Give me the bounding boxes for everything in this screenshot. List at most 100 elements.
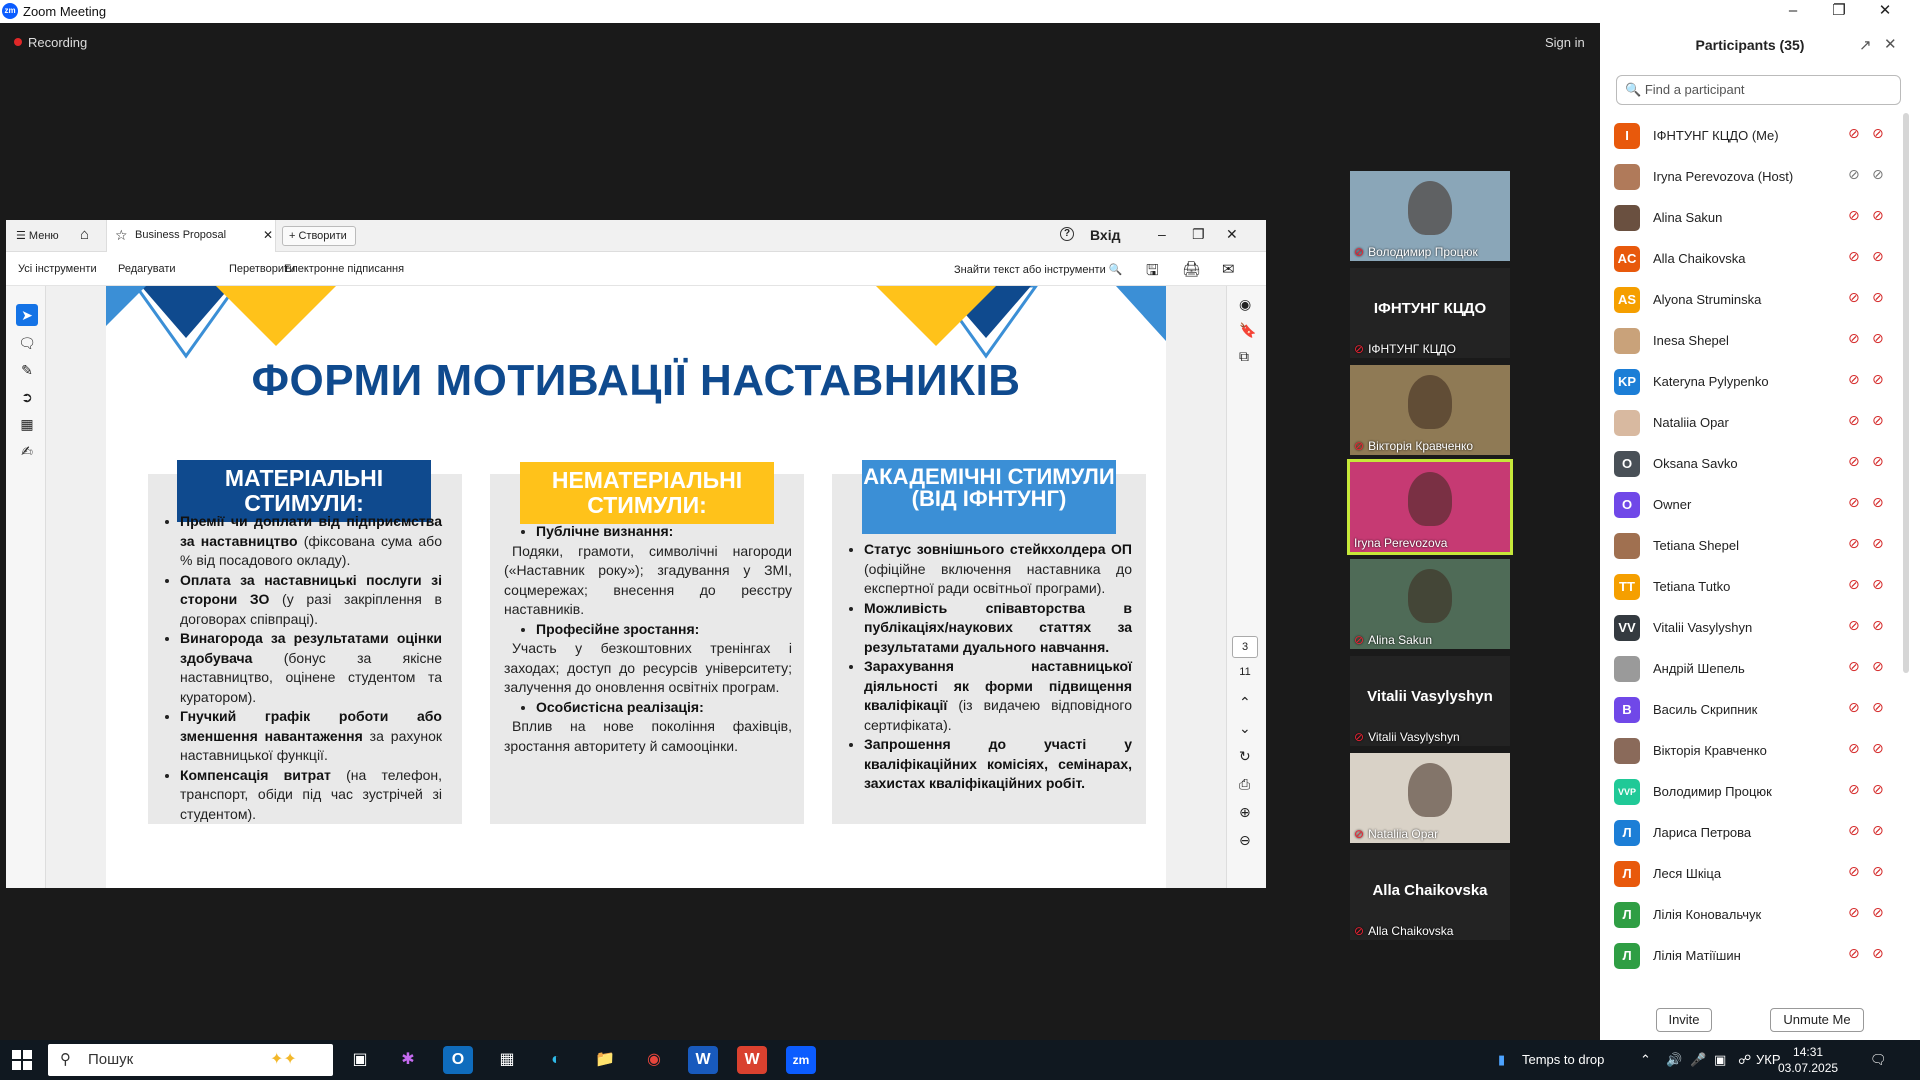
video-off-icon[interactable]: ⊘	[1872, 617, 1884, 634]
document-tab[interactable]: ☆ Business Proposal ✕	[106, 220, 276, 252]
sign-in-link[interactable]: Sign in	[1545, 35, 1585, 50]
video-tile[interactable]: ⊘ Nataliia Opar	[1350, 753, 1510, 843]
participant-row[interactable]: Л Лариса Петрова ⊘ ⊘	[1600, 812, 1900, 853]
video-off-icon[interactable]: ⊘	[1872, 412, 1884, 429]
participant-row[interactable]: O Owner ⊘ ⊘	[1600, 484, 1900, 525]
print-icon[interactable]: 🖨	[1182, 260, 1201, 278]
muted-mic-icon[interactable]: ⊘	[1848, 412, 1860, 429]
tab-close-icon[interactable]: ✕	[263, 228, 273, 242]
video-tile[interactable]: Iryna Perevozova	[1347, 459, 1513, 555]
help-icon[interactable]: ?	[1060, 227, 1074, 241]
taskbar-search[interactable]: ⚲ Пошук ✦✦	[48, 1044, 333, 1076]
video-off-icon[interactable]: ⊘	[1872, 822, 1884, 839]
muted-mic-icon[interactable]: ⊘	[1848, 904, 1860, 921]
page-number-input[interactable]: 3	[1232, 636, 1258, 658]
refresh-icon[interactable]: ↻	[1239, 748, 1251, 765]
participant-row[interactable]: Л Леся Шкіца ⊘ ⊘	[1600, 853, 1900, 894]
file-explorer-icon[interactable]: 📁	[590, 1046, 620, 1074]
highlight-tool-icon[interactable]: ✎	[16, 359, 38, 381]
muted-mic-icon[interactable]: ⊘	[1848, 453, 1860, 470]
tray-overflow-icon[interactable]: ⌃	[1640, 1052, 1651, 1068]
text-tool-icon[interactable]: ▦	[16, 413, 38, 435]
notifications-icon[interactable]: 🗨	[1870, 1052, 1887, 1068]
task-view-icon[interactable]: ▣	[345, 1046, 375, 1074]
video-off-icon[interactable]: ⊘	[1872, 781, 1884, 798]
video-tile[interactable]: Vitalii Vasylyshyn ⊘ Vitalii Vasylyshyn	[1350, 656, 1510, 746]
select-tool-icon[interactable]: ➤	[16, 304, 38, 326]
weather-text[interactable]: Temps to drop	[1522, 1052, 1604, 1067]
all-tools-menu[interactable]: Усі інструменти	[18, 263, 97, 275]
esign-menu[interactable]: Електронне підписання	[284, 263, 404, 275]
popout-icon[interactable]: ↗	[1859, 36, 1872, 54]
video-off-icon[interactable]: ⊘	[1872, 740, 1884, 757]
windows-start-icon[interactable]	[12, 1050, 32, 1070]
video-tile[interactable]: Alla Chaikovska ⊘ Alla Chaikovska	[1350, 850, 1510, 940]
video-off-icon[interactable]: ⊘	[1872, 248, 1884, 265]
zoom-out-icon[interactable]: ⊖	[1239, 832, 1251, 849]
video-off-icon[interactable]: ⊘	[1872, 863, 1884, 880]
unmute-me-button[interactable]: Unmute Me	[1770, 1008, 1864, 1032]
muted-mic-icon[interactable]: ⊘	[1848, 207, 1860, 224]
video-off-icon[interactable]: ⊘	[1872, 125, 1884, 142]
video-off-icon[interactable]: ⊘	[1872, 371, 1884, 388]
muted-mic-icon[interactable]: ⊘	[1848, 125, 1860, 142]
video-tile[interactable]: ⊘ Alina Sakun	[1350, 559, 1510, 649]
pages-icon[interactable]: ⧉	[1239, 348, 1249, 365]
muted-mic-icon[interactable]: ⊘	[1848, 699, 1860, 716]
muted-mic-icon[interactable]: ⊘	[1848, 289, 1860, 306]
login-button[interactable]: Вхід	[1090, 227, 1121, 243]
muted-mic-icon[interactable]: ⊘	[1848, 494, 1860, 511]
star-icon[interactable]: ☆	[115, 227, 128, 244]
home-icon[interactable]: ⌂	[80, 226, 89, 243]
video-off-icon[interactable]: ⊘	[1872, 699, 1884, 716]
muted-mic-icon[interactable]: ⊘	[1848, 863, 1860, 880]
participant-row[interactable]: AS Alyona Struminska ⊘ ⊘	[1600, 279, 1900, 320]
store-icon[interactable]: ▦	[492, 1046, 522, 1074]
export-icon[interactable]: ⎙	[1239, 776, 1250, 793]
minimize-icon[interactable]: –	[1770, 0, 1816, 23]
mic-icon[interactable]: ⊘	[1848, 166, 1860, 183]
panel-close-icon[interactable]: ✕	[1884, 35, 1897, 53]
participant-row[interactable]: Nataliia Opar ⊘ ⊘	[1600, 402, 1900, 443]
video-off-icon[interactable]: ⊘	[1872, 535, 1884, 552]
mail-icon[interactable]: ✉	[1222, 260, 1235, 278]
muted-mic-icon[interactable]: ⊘	[1848, 535, 1860, 552]
participant-row[interactable]: TT Tetiana Tutko ⊘ ⊘	[1600, 566, 1900, 607]
find-tools-search[interactable]: Знайти текст або інструменти 🔍	[954, 263, 1123, 276]
participant-row[interactable]: Iryna Perevozova (Host) ⊘ ⊘	[1600, 156, 1900, 197]
ai-assistant-icon[interactable]: ◉	[1239, 296, 1251, 313]
video-tile[interactable]: ⊘ Володимир Процюк	[1350, 171, 1510, 261]
participant-row[interactable]: O Oksana Savko ⊘ ⊘	[1600, 443, 1900, 484]
language-indicator[interactable]: УКР	[1756, 1052, 1781, 1067]
video-tile[interactable]: ⊘ Вікторія Кравченко	[1350, 365, 1510, 455]
speaker-icon[interactable]: 🔊	[1666, 1052, 1682, 1068]
edge-icon[interactable]: ◐	[541, 1046, 571, 1074]
wps-icon[interactable]: W	[737, 1046, 767, 1074]
edit-menu[interactable]: Редагувати	[118, 263, 176, 275]
muted-mic-icon[interactable]: ⊘	[1848, 371, 1860, 388]
muted-mic-icon[interactable]: ⊘	[1848, 617, 1860, 634]
participant-row[interactable]: VV Vitalii Vasylyshyn ⊘ ⊘	[1600, 607, 1900, 648]
participants-scrollbar[interactable]	[1903, 113, 1909, 673]
outlook-icon[interactable]: O	[443, 1046, 473, 1074]
viewer-restore-icon[interactable]: ❐	[1192, 226, 1205, 243]
comment-tool-icon[interactable]: 🗨	[16, 332, 38, 354]
video-off-icon[interactable]: ⊘	[1872, 945, 1884, 962]
word-icon[interactable]: W	[688, 1046, 718, 1074]
participant-row[interactable]: Л Лілія Коновальчук ⊘ ⊘	[1600, 894, 1900, 935]
recording-indicator[interactable]: Recording	[14, 35, 87, 50]
restore-icon[interactable]: ❐	[1816, 0, 1862, 23]
muted-mic-icon[interactable]: ⊘	[1848, 740, 1860, 757]
muted-mic-icon[interactable]: ⊘	[1848, 822, 1860, 839]
taskbar-clock[interactable]: 14:31 03.07.2025	[1778, 1044, 1838, 1076]
menu-button[interactable]: ☰ Меню	[16, 229, 59, 242]
camera-tray-icon[interactable]: ▣	[1714, 1052, 1726, 1068]
zoom-taskbar-icon[interactable]: zm	[786, 1046, 816, 1074]
chrome-icon[interactable]: ◉	[639, 1046, 669, 1074]
video-off-icon[interactable]: ⊘	[1872, 207, 1884, 224]
participant-row[interactable]: VVP Володимир Процюк ⊘ ⊘	[1600, 771, 1900, 812]
sign-tool-icon[interactable]: ✍	[16, 440, 38, 462]
muted-mic-icon[interactable]: ⊘	[1848, 781, 1860, 798]
participant-row[interactable]: KP Kateryna Pylypenko ⊘ ⊘	[1600, 361, 1900, 402]
video-off-icon[interactable]: ⊘	[1872, 658, 1884, 675]
